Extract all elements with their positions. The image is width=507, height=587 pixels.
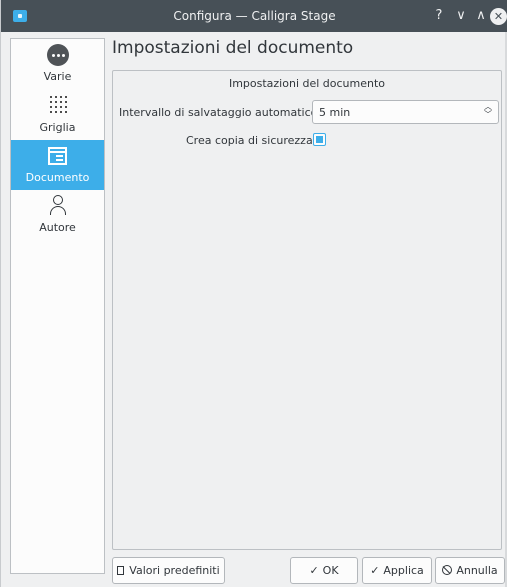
close-icon[interactable]: ✕ xyxy=(490,8,507,25)
page-title: Impostazioni del documento xyxy=(112,38,354,58)
restore-icon xyxy=(117,566,125,575)
check-icon: ✓ xyxy=(309,564,319,577)
ok-button-label: OK xyxy=(322,564,339,577)
group-title: Impostazioni del documento xyxy=(228,77,386,90)
sidebar: Varie Griglia Documento Autore xyxy=(10,38,105,574)
title-bar[interactable]: Configura — Calligra Stage ? ∨ ∧ ✕ xyxy=(1,0,507,32)
help-icon[interactable]: ? xyxy=(430,7,448,25)
backup-checkbox[interactable] xyxy=(313,133,326,146)
autosave-value[interactable]: 5 min xyxy=(319,106,350,119)
backup-label: Crea copia di sicurezza: xyxy=(186,134,317,147)
sidebar-item-label: Griglia xyxy=(39,121,76,134)
apply-button-label: Applica xyxy=(383,564,424,577)
ok-button[interactable]: ✓ OK xyxy=(290,557,358,584)
cancel-button-label: Annulla xyxy=(456,564,498,577)
minimize-icon[interactable]: ∨ xyxy=(452,7,470,25)
defaults-button[interactable]: Valori predefiniti xyxy=(112,557,225,584)
config-dialog: Configura — Calligra Stage ? ∨ ∧ ✕ Varie… xyxy=(0,0,507,587)
apply-button[interactable]: ✓ Applica xyxy=(362,557,432,584)
sidebar-item-label: Varie xyxy=(43,70,72,83)
sidebar-item-label: Autore xyxy=(39,221,76,234)
user-icon xyxy=(49,195,67,217)
document-icon xyxy=(48,147,67,165)
maximize-icon[interactable]: ∧ xyxy=(472,7,490,25)
autosave-label: Intervallo di salvataggio automatico: xyxy=(119,106,322,119)
more-icon xyxy=(47,44,69,66)
sidebar-item-varie[interactable]: Varie xyxy=(11,39,104,89)
sidebar-item-documento[interactable]: Documento xyxy=(11,140,104,190)
spin-arrows-icon[interactable]: ︿ ﹀ xyxy=(483,103,493,121)
defaults-button-label: Valori predefiniti xyxy=(129,564,220,577)
sidebar-item-label: Documento xyxy=(25,171,90,184)
check-icon: ✓ xyxy=(370,564,380,577)
grid-icon xyxy=(49,95,67,115)
autosave-spinbox[interactable]: 5 min ︿ ﹀ xyxy=(312,100,499,124)
cancel-icon xyxy=(442,565,453,575)
sidebar-item-autore[interactable]: Autore xyxy=(11,190,104,240)
sidebar-item-griglia[interactable]: Griglia xyxy=(11,90,104,140)
cancel-button[interactable]: Annulla xyxy=(435,557,505,584)
